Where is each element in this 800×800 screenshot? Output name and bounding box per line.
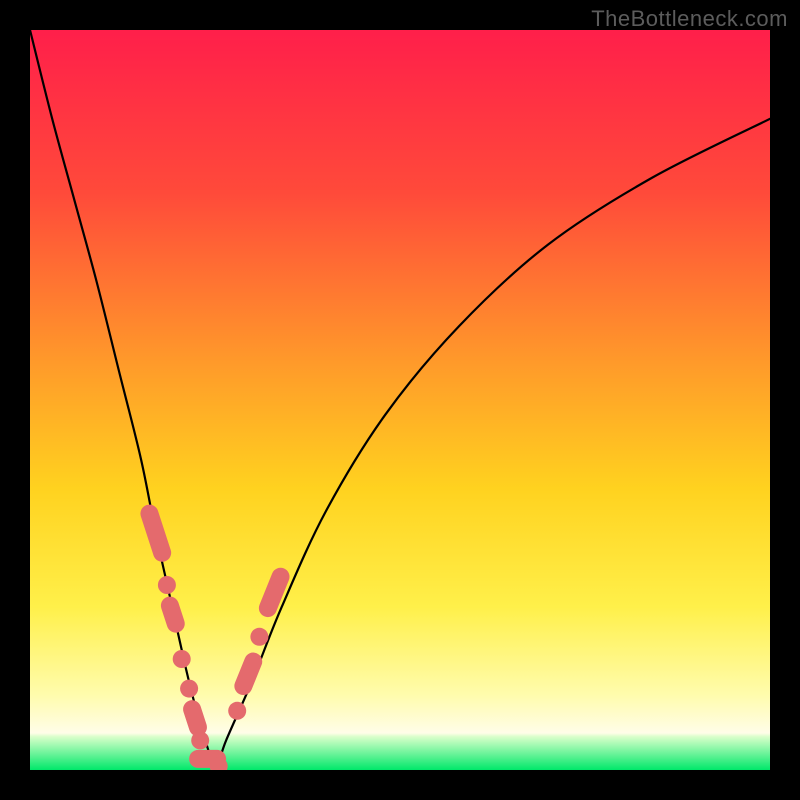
watermark-text: TheBottleneck.com xyxy=(591,6,788,32)
chart-frame: TheBottleneck.com xyxy=(0,0,800,800)
highlight-bead xyxy=(158,576,176,594)
highlight-bead xyxy=(250,628,268,646)
highlight-bead xyxy=(181,698,210,739)
highlight-bead xyxy=(173,650,191,668)
highlight-bead xyxy=(138,502,173,564)
highlight-bead xyxy=(191,731,209,749)
bottleneck-curve xyxy=(30,30,770,770)
highlight-bead xyxy=(228,702,246,720)
highlight-bead xyxy=(232,650,265,698)
highlight-bead xyxy=(159,594,188,635)
highlight-bead xyxy=(180,680,198,698)
plot-area xyxy=(30,30,770,770)
